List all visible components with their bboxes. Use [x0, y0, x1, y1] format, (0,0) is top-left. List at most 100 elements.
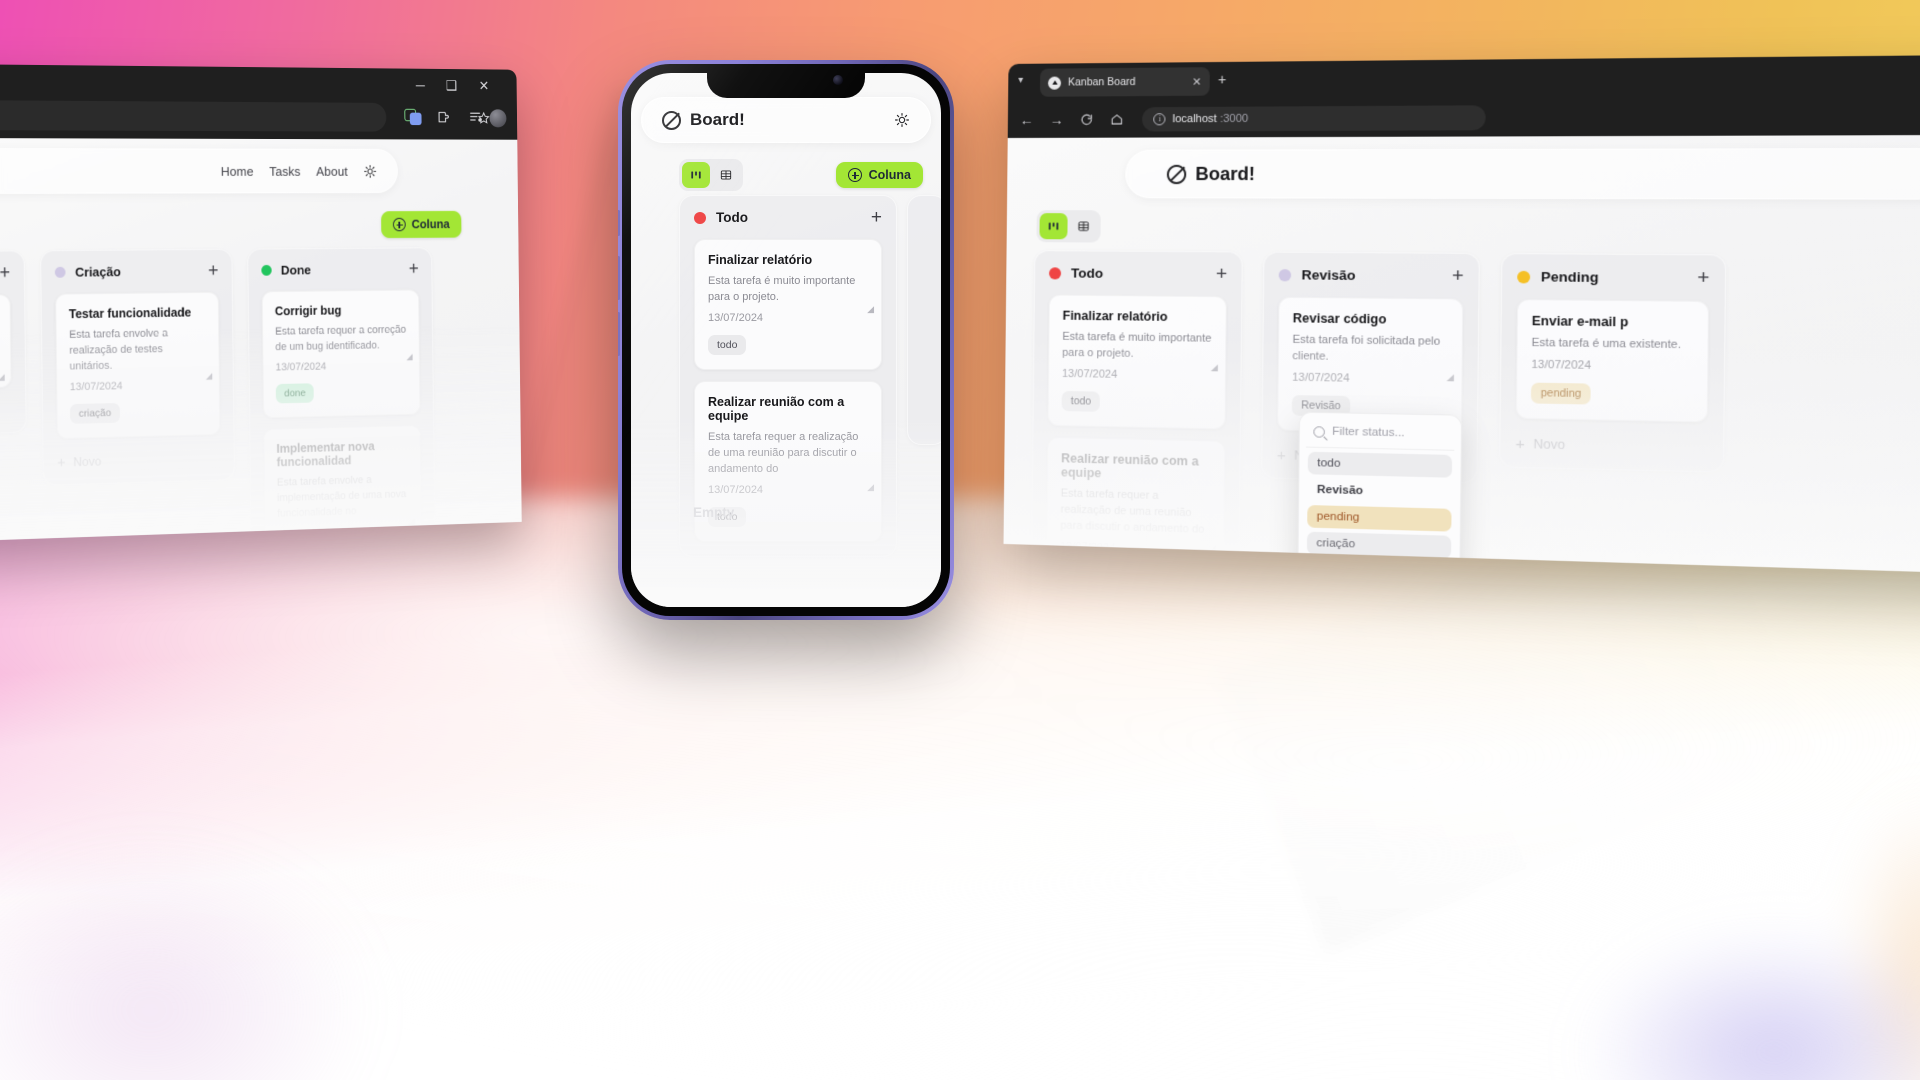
board-column[interactable]: Pending + Enviar e-mail p Esta tarefa é …	[1499, 253, 1726, 473]
card-title: Corrigir bug	[275, 303, 407, 318]
resize-grip-icon[interactable]: ◢	[867, 304, 874, 315]
card-tag[interactable]: criação	[70, 403, 120, 424]
plus-icon: +	[57, 455, 66, 470]
task-card[interactable]: Finalizar relatório Esta tarefa é muito …	[694, 239, 882, 370]
right-page-content: Board! Todo + Finalizar relatório Esta t…	[1004, 135, 1920, 576]
column-status-dot	[55, 267, 66, 278]
card-tag[interactable]: todo	[1062, 391, 1101, 412]
corner-glow-left	[0, 780, 460, 1080]
board-column[interactable]: + ara cliente melhoria no sistema ◢ + No…	[0, 250, 27, 437]
add-column-button[interactable]: Coluna	[836, 162, 923, 188]
new-tab-button[interactable]: +	[1218, 71, 1227, 87]
no-entry-icon	[1167, 164, 1187, 183]
window-maximize-button[interactable]: ❑	[446, 78, 457, 94]
plus-icon: +	[1515, 436, 1525, 452]
profile-avatar-icon[interactable]	[489, 109, 506, 127]
task-card[interactable]: Enviar e-mail p Esta tarefa é uma existe…	[1516, 299, 1709, 422]
resize-grip-icon[interactable]: ◢	[1447, 372, 1454, 384]
phone-volume-up-button[interactable]	[618, 210, 620, 236]
view-toggle-group[interactable]	[679, 159, 743, 191]
sun-icon[interactable]	[894, 112, 910, 128]
sun-icon[interactable]	[363, 164, 377, 178]
chevron-down-icon[interactable]: ▾	[1018, 75, 1023, 86]
card-description: Esta tarefa é muito importante para o pr…	[708, 274, 868, 306]
resize-grip-icon[interactable]: ◢	[1211, 362, 1218, 373]
card-date: 13/07/2024	[708, 312, 868, 324]
board-column[interactable]: Todo + Finalizar relatório Esta tarefa é…	[1030, 250, 1243, 576]
add-column-label: Coluna	[869, 168, 911, 182]
task-card[interactable]: Finalizar relatório Esta tarefa é muito …	[1047, 294, 1226, 429]
add-new-card-button[interactable]: + Novo	[0, 403, 12, 422]
status-option-revisao[interactable]: Revisão	[1307, 478, 1451, 504]
table-view-icon[interactable]	[712, 162, 740, 188]
card-tag[interactable]: pending	[1531, 383, 1591, 405]
status-option-pending[interactable]: pending	[1307, 505, 1451, 532]
column-add-card-button[interactable]: +	[409, 260, 419, 278]
table-view-icon[interactable]	[1069, 213, 1097, 239]
task-card[interactable]: Implementar nova funcionalidad Esta tare…	[263, 425, 422, 542]
reading-list-icon[interactable]	[468, 109, 483, 125]
task-card[interactable]: Corrigir bug Esta tarefa requer a correç…	[262, 289, 421, 418]
right-browser-chrome: ▾ Kanban Board ✕ + ← → localhost :3	[1008, 54, 1920, 138]
resize-grip-icon[interactable]: ◢	[867, 482, 874, 493]
browser-tab[interactable]: Kanban Board ✕	[1040, 67, 1210, 97]
resize-grip-icon[interactable]: ◢	[406, 351, 412, 362]
card-tag[interactable]: done	[276, 383, 314, 403]
left-address-bar[interactable]	[0, 100, 386, 132]
status-filter-search[interactable]: Filter status...	[1306, 420, 1455, 451]
add-new-card-button[interactable]: + Novo	[1515, 436, 1707, 456]
site-info-icon[interactable]	[1153, 113, 1165, 125]
card-tag[interactable]: todo	[708, 335, 746, 355]
card-title: Testar funcionalidade	[69, 306, 206, 322]
back-arrow-icon[interactable]: ←	[1020, 112, 1034, 128]
resize-grip-icon[interactable]: ◢	[206, 371, 213, 382]
column-add-card-button[interactable]: +	[871, 208, 882, 227]
nav-link-home[interactable]: Home	[221, 164, 254, 179]
status-filter-dropdown[interactable]: Filter status... todo Revisão pending cr…	[1297, 412, 1462, 576]
plus-circle-icon	[848, 168, 862, 182]
extensions-icon[interactable]	[436, 109, 451, 125]
add-new-card-button[interactable]: + Novo	[57, 451, 221, 470]
add-column-button[interactable]: Coluna	[381, 211, 462, 238]
status-option-todo[interactable]: todo	[1308, 452, 1452, 478]
task-card[interactable]: ara cliente melhoria no sistema ◢	[0, 294, 12, 391]
resize-grip-icon[interactable]: ◢	[408, 516, 414, 527]
view-toggle-group[interactable]	[1036, 210, 1100, 242]
card-title: Revisar código	[1293, 311, 1449, 327]
phone-mockup[interactable]: Board! Coluna Todo + Finalizar relatório…	[618, 60, 954, 620]
nav-link-tasks[interactable]: Tasks	[269, 164, 300, 179]
task-card[interactable]: Testar funcionalidade Esta tarefa envolv…	[55, 292, 220, 439]
forward-arrow-icon[interactable]: →	[1050, 112, 1064, 128]
left-browser-window[interactable]: ─ ❑ ✕ ⋮ Home Tasks About	[0, 64, 522, 542]
board-column[interactable]: Todo + Finalizar relatório Esta tarefa é…	[679, 195, 897, 557]
plus-circle-icon	[393, 218, 406, 231]
nav-link-about[interactable]: About	[316, 164, 348, 178]
address-bar[interactable]: localhost :3000	[1142, 105, 1486, 131]
window-close-button[interactable]: ✕	[479, 78, 490, 94]
phone-body: Board! Coluna Todo + Finalizar relatório…	[622, 64, 950, 616]
board-column-partial[interactable]	[907, 195, 941, 445]
split-screen-icon[interactable]	[404, 109, 422, 125]
column-add-card-button[interactable]: +	[1697, 268, 1710, 288]
url-port: :3000	[1220, 113, 1248, 125]
phone-notch	[707, 64, 865, 98]
phone-volume-down-button[interactable]	[618, 256, 620, 300]
column-add-card-button[interactable]: +	[1216, 265, 1228, 284]
reload-icon[interactable]	[1080, 113, 1094, 127]
column-status-dot	[694, 212, 706, 224]
home-icon[interactable]	[1110, 112, 1124, 126]
column-add-card-button[interactable]: +	[1452, 266, 1464, 286]
resize-grip-icon[interactable]: ◢	[0, 372, 5, 383]
column-add-card-button[interactable]: +	[0, 263, 10, 282]
page-title: Board!	[1167, 163, 1255, 184]
board-view-icon[interactable]	[682, 162, 710, 188]
column-add-card-button[interactable]: +	[208, 262, 219, 281]
board-column[interactable]: Done + Corrigir bug Esta tarefa requer a…	[247, 247, 436, 542]
right-browser-window[interactable]: ▾ Kanban Board ✕ + ← → localhost :3	[1004, 54, 1920, 576]
board-column[interactable]: Criação + Testar funcionalidade Esta tar…	[40, 249, 235, 486]
phone-side-button[interactable]	[618, 312, 620, 356]
close-icon[interactable]: ✕	[1192, 75, 1202, 88]
plus-icon: +	[1277, 448, 1286, 464]
board-view-icon[interactable]	[1039, 213, 1067, 239]
window-minimize-button[interactable]: ─	[416, 77, 425, 92]
